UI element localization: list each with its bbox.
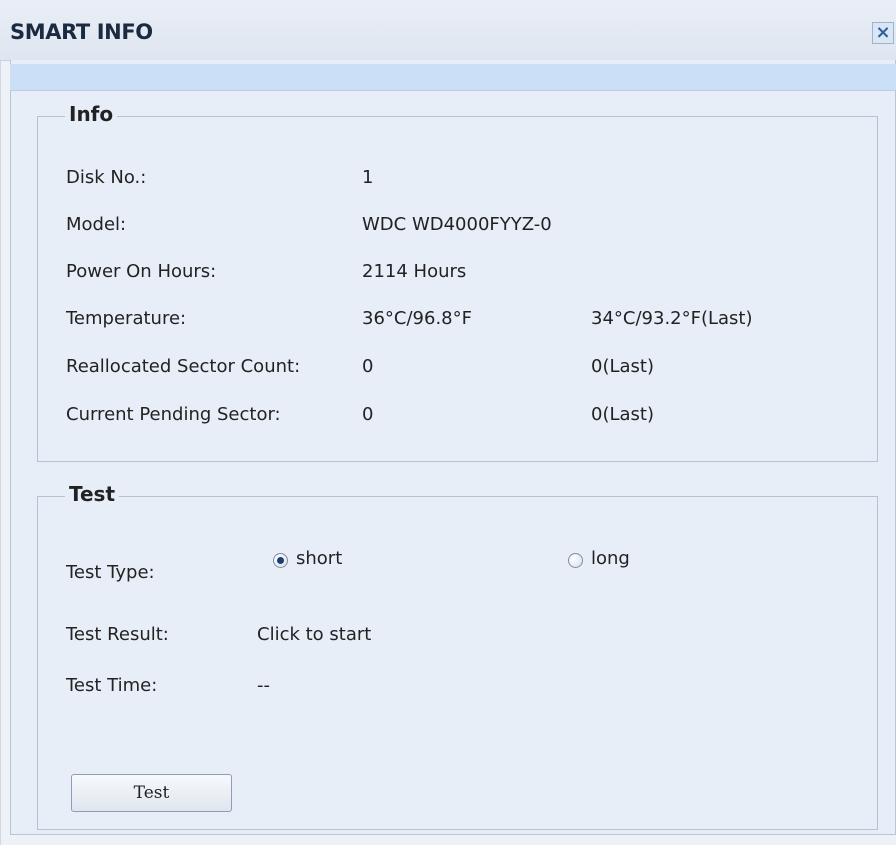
model-value: WDC WD4000FYYZ-0 xyxy=(362,214,552,235)
current-pending-sector-last-value: 0(Last) xyxy=(591,404,654,425)
test-button[interactable]: Test xyxy=(71,774,232,812)
model-label: Model: xyxy=(66,214,127,235)
test-section-title: Test xyxy=(65,482,120,506)
test-result-value: Click to start xyxy=(257,624,372,645)
long-radio-button[interactable] xyxy=(568,553,583,568)
reallocated-sector-count-label: Reallocated Sector Count: xyxy=(66,356,301,377)
reallocated-sector-count-last-value: 0(Last) xyxy=(591,356,654,377)
temperature-label: Temperature: xyxy=(66,308,187,329)
power-on-hours-value: 2114 Hours xyxy=(362,261,467,282)
current-pending-sector-label: Current Pending Sector: xyxy=(66,404,281,425)
title-bar[interactable]: SMART INFO × xyxy=(0,0,896,61)
test-result-label: Test Result: xyxy=(66,624,169,645)
window-title: SMART INFO xyxy=(10,20,153,44)
test-time-label: Test Time: xyxy=(66,675,158,696)
temperature-value: 36°C/96.8°F xyxy=(362,308,472,329)
disk-no-label: Disk No.: xyxy=(66,167,147,188)
long-radio-label[interactable]: long xyxy=(591,548,630,569)
window-left-edge xyxy=(0,0,1,845)
smart-info-window: SMART INFO × Info Disk No.: 1 Model: WDC… xyxy=(0,0,896,845)
close-button[interactable]: × xyxy=(872,22,894,44)
reallocated-sector-count-value: 0 xyxy=(362,356,374,377)
power-on-hours-label: Power On Hours: xyxy=(66,261,217,282)
short-radio-label[interactable]: short xyxy=(296,548,342,569)
toolbar-strip xyxy=(10,64,896,91)
test-type-label: Test Type: xyxy=(66,562,155,583)
disk-no-value: 1 xyxy=(362,167,374,188)
temperature-last-value: 34°C/93.2°F(Last) xyxy=(591,308,753,329)
current-pending-sector-value: 0 xyxy=(362,404,374,425)
test-time-value: -- xyxy=(257,675,270,696)
short-radio-button[interactable] xyxy=(273,553,288,568)
info-section-title: Info xyxy=(65,102,118,126)
